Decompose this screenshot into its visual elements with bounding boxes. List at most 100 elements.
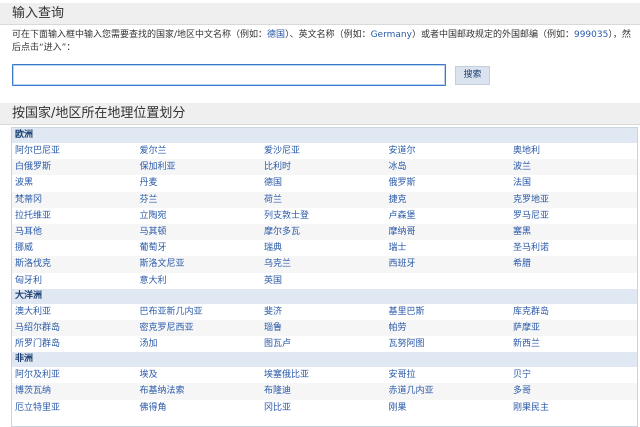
country-link[interactable]: 匈牙利 xyxy=(12,273,137,289)
country-row: 挪威 葡萄牙 瑞典 瑞士 圣马利诺 xyxy=(12,240,637,256)
country-link[interactable]: 塞黑 xyxy=(510,224,635,240)
country-row: 梵蒂冈 芬兰 荷兰 捷克 克罗地亚 xyxy=(12,191,637,208)
country-link[interactable]: 所罗门群岛 xyxy=(12,336,137,352)
country-link[interactable]: 安哥拉 xyxy=(386,367,511,383)
country-link[interactable]: 澳大利亚 xyxy=(12,304,137,320)
country-link[interactable]: 摩纳哥 xyxy=(386,224,511,240)
example-chinese-name: 德国 xyxy=(267,30,286,40)
country-link[interactable]: 芬兰 xyxy=(137,192,262,208)
country-link[interactable]: 罗马尼亚 xyxy=(510,208,635,224)
country-link[interactable]: 马绍尔群岛 xyxy=(12,320,137,336)
instruction-text-1: 可在下面输入框中输入您需要查找的国家/地区中文名称（例如： xyxy=(12,30,268,40)
country-link[interactable]: 库克群岛 xyxy=(510,304,635,320)
country-row: 澳大利亚 巴布亚新几内亚 斐济 基里巴斯 库克群岛 xyxy=(12,304,637,320)
country-link[interactable]: 拉托维亚 xyxy=(12,208,137,224)
country-link[interactable]: 白俄罗斯 xyxy=(12,159,137,175)
country-link[interactable]: 贝宁 xyxy=(510,367,635,383)
country-link[interactable]: 刚果 xyxy=(386,400,511,416)
country-link[interactable]: 斐济 xyxy=(261,304,386,320)
country-link[interactable]: 冰岛 xyxy=(386,159,511,175)
country-row: 匈牙利 意大利 英国 xyxy=(12,273,637,289)
country-link[interactable]: 巴布亚新几内亚 xyxy=(137,304,262,320)
country-link[interactable]: 西班牙 xyxy=(386,256,511,272)
country-row: 厄立特里亚 佛得角 冈比亚 刚果 刚果民主 xyxy=(12,400,637,416)
search-instructions: 可在下面输入框中输入您需要查找的国家/地区中文名称（例如：德国）、英文名称（例如… xyxy=(12,29,634,55)
country-link[interactable]: 丹麦 xyxy=(137,175,262,191)
country-row: 马绍尔群岛 密克罗尼西亚 瑙鲁 帕劳 萨摩亚 xyxy=(12,319,637,337)
country-link[interactable]: 乌克兰 xyxy=(261,256,386,272)
country-link[interactable]: 埃及 xyxy=(137,367,262,383)
country-link[interactable]: 冈比亚 xyxy=(261,400,386,416)
country-link[interactable]: 斯洛伐克 xyxy=(12,256,137,272)
country-row: 所罗门群岛 汤加 图瓦卢 瓦努阿图 新西兰 xyxy=(12,336,637,352)
country-link[interactable]: 荷兰 xyxy=(261,192,386,208)
country-link[interactable]: 摩尔多瓦 xyxy=(261,224,386,240)
country-link[interactable]: 瑞典 xyxy=(261,240,386,256)
country-link[interactable]: 奥地利 xyxy=(510,143,635,159)
instruction-text-2: ）、英文名称（例如： xyxy=(285,30,371,40)
country-row: 博茨瓦纳 布基纳法索 布隆迪 赤道几内亚 多哥 xyxy=(12,383,637,400)
country-link[interactable]: 梵蒂冈 xyxy=(12,192,137,208)
country-link[interactable]: 瑙鲁 xyxy=(261,320,386,336)
country-link[interactable]: 密克罗尼西亚 xyxy=(137,320,262,336)
country-link[interactable]: 马其顿 xyxy=(137,224,262,240)
country-link[interactable]: 新西兰 xyxy=(510,336,635,352)
country-link[interactable]: 布基纳法索 xyxy=(137,383,262,399)
country-row: 斯洛伐克 斯洛文尼亚 乌克兰 西班牙 希腊 xyxy=(12,256,637,273)
search-button[interactable]: 搜索 xyxy=(455,66,490,85)
country-link[interactable]: 埃塞俄比亚 xyxy=(261,367,386,383)
country-link[interactable]: 卢森堡 xyxy=(386,208,511,224)
country-link[interactable]: 帕劳 xyxy=(386,320,511,336)
country-row: 阿尔及利亚 埃及 埃塞俄比亚 安哥拉 贝宁 xyxy=(12,367,637,383)
country-link[interactable]: 德国 xyxy=(261,175,386,191)
country-link[interactable]: 立陶宛 xyxy=(137,208,262,224)
country-link[interactable]: 赤道几内亚 xyxy=(386,383,511,399)
country-link[interactable]: 克罗地亚 xyxy=(510,192,635,208)
country-link[interactable]: 厄立特里亚 xyxy=(12,400,137,416)
browse-section-title: 按国家/地区所在地理位置划分 xyxy=(0,103,640,125)
country-link[interactable]: 博茨瓦纳 xyxy=(12,383,137,399)
country-link[interactable]: 爱尔兰 xyxy=(137,143,262,159)
search-section-title: 输入查询 xyxy=(0,3,640,25)
country-link[interactable]: 希腊 xyxy=(510,256,635,272)
country-link[interactable]: 法国 xyxy=(510,175,635,191)
country-link[interactable]: 斯洛文尼亚 xyxy=(137,256,262,272)
country-link[interactable]: 阿尔及利亚 xyxy=(12,367,137,383)
country-link[interactable]: 爱沙尼亚 xyxy=(261,143,386,159)
country-link[interactable]: 保加利亚 xyxy=(137,159,262,175)
country-link[interactable]: 基里巴斯 xyxy=(386,304,511,320)
country-link[interactable]: 刚果民主 xyxy=(510,400,635,416)
country-region-table: 欧洲 阿尔巴尼亚 爱尔兰 爱沙尼亚 安道尔 奥地利 白俄罗斯 保加利亚 比利时 冰岛 波兰 波黑 丹麦德… xyxy=(11,127,638,427)
region-header: 大洋洲 xyxy=(12,288,637,304)
country-link[interactable]: 佛得角 xyxy=(137,400,262,416)
country-link[interactable]: 俄罗斯 xyxy=(386,175,511,191)
country-link[interactable]: 捷克 xyxy=(386,192,511,208)
country-link[interactable]: 挪威 xyxy=(12,240,137,256)
country-link[interactable]: 英国 xyxy=(261,273,386,289)
country-link[interactable]: 图瓦卢 xyxy=(261,336,386,352)
country-link[interactable]: 圣马利诺 xyxy=(510,240,635,256)
country-link[interactable]: 波兰 xyxy=(510,159,635,175)
country-link[interactable]: 波黑 xyxy=(12,175,137,191)
search-input[interactable] xyxy=(12,64,446,86)
country-link[interactable]: 萨摩亚 xyxy=(510,320,635,336)
country-link[interactable]: 列支敦士登 xyxy=(261,208,386,224)
region-header: 欧洲 xyxy=(12,128,637,143)
country-row: 阿尔巴尼亚 爱尔兰 爱沙尼亚 安道尔 奥地利 xyxy=(12,143,637,159)
country-row: 白俄罗斯 保加利亚 比利时 冰岛 波兰 xyxy=(12,159,637,176)
country-link[interactable]: 阿尔巴尼亚 xyxy=(12,143,137,159)
country-link[interactable]: 多哥 xyxy=(510,383,635,399)
country-row: 波黑 丹麦 德国 俄罗斯 法国 xyxy=(12,175,637,191)
country-link[interactable]: 安道尔 xyxy=(386,143,511,159)
country-link[interactable]: 布隆迪 xyxy=(261,383,386,399)
country-link[interactable]: 瓦努阿图 xyxy=(386,336,511,352)
country-row: 拉托维亚 立陶宛 列支敦士登 卢森堡 罗马尼亚 xyxy=(12,208,637,224)
example-english-name: Germany xyxy=(370,30,412,40)
example-postcode: 999035 xyxy=(573,30,609,40)
country-link[interactable]: 马耳他 xyxy=(12,224,137,240)
country-link[interactable]: 意大利 xyxy=(137,273,262,289)
country-link[interactable]: 瑞士 xyxy=(386,240,511,256)
country-link[interactable]: 汤加 xyxy=(137,336,262,352)
country-link[interactable]: 比利时 xyxy=(261,159,386,175)
country-link[interactable]: 葡萄牙 xyxy=(137,240,262,256)
